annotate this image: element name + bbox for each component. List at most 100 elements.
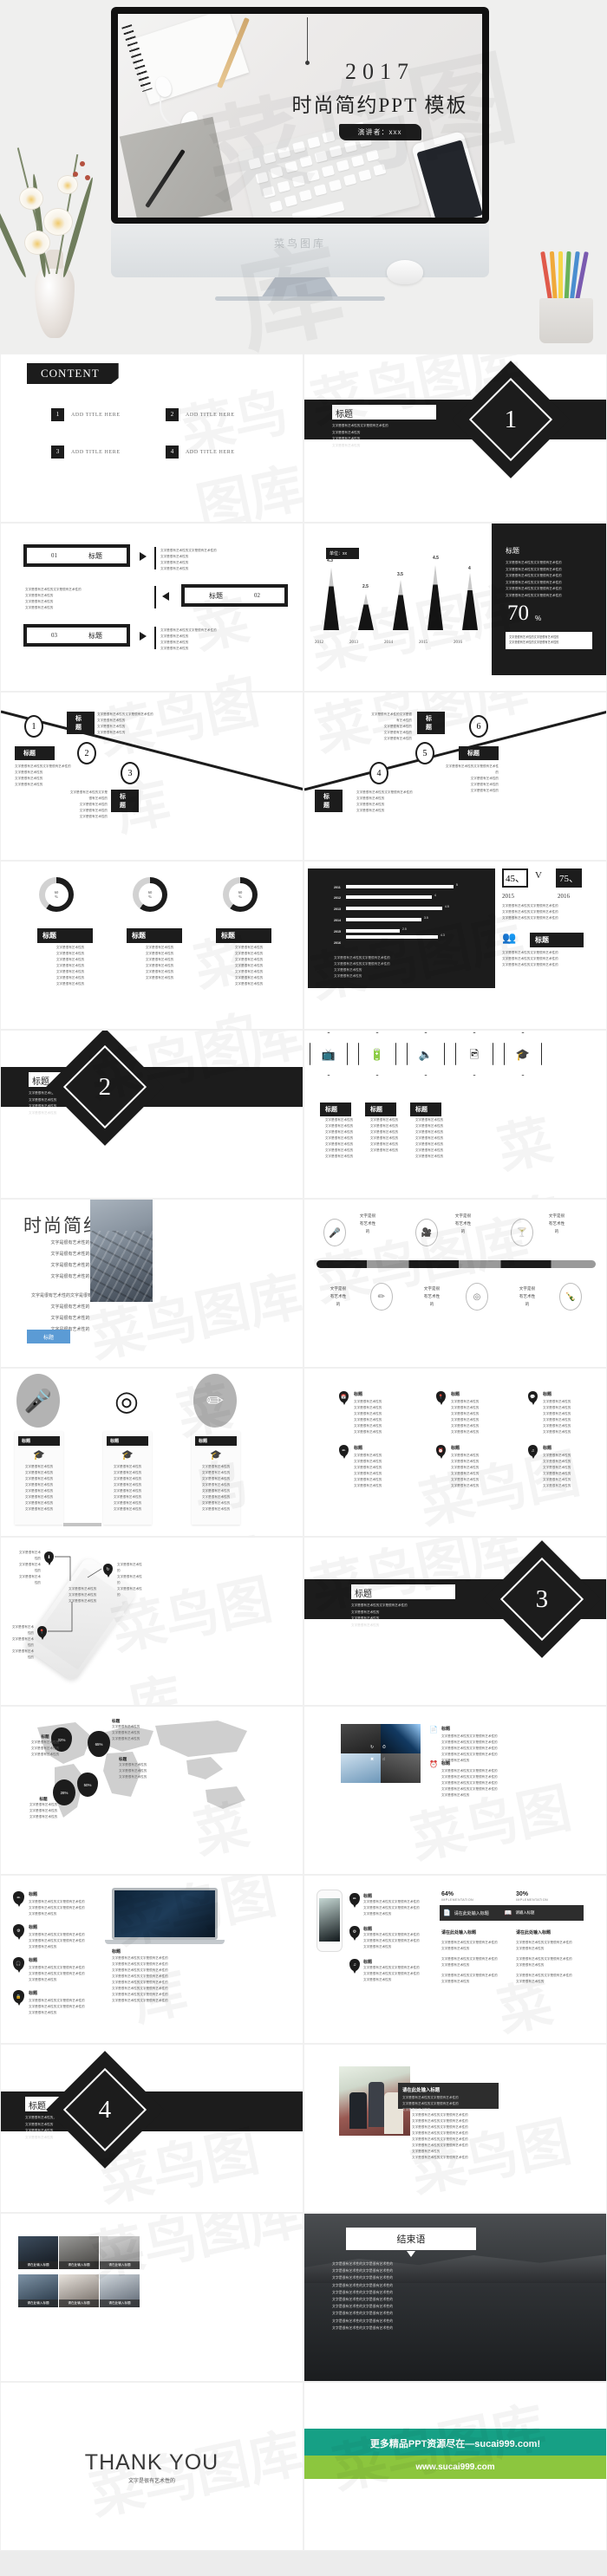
toc-item-3[interactable]: 3 ADD TITLE HERE (51, 446, 121, 459)
grid-photo-4[interactable]: 请在此输入标题 (18, 2274, 58, 2307)
slide-timeline-right[interactable]: 菜鸟图库 6 标题 文字是很有艺术性的文字是很有艺术性的 文字是很有艺术性的 文… (304, 692, 607, 861)
slide-circle-banners[interactable]: 菜鸟图库 🎤 ◎ ✏ 标题 🎓 文字是很有艺术性的文字是很有艺术性的 文字是很有… (0, 1368, 304, 1537)
zigzag-box-1[interactable]: 01 标题 (23, 544, 130, 567)
pin-item-6[interactable]: ♫ 标题 文字是很有艺术性的 文字是很有艺术性的 文字是很有艺术性的 文字是很有艺术… (528, 1445, 571, 1489)
pin-item-4[interactable]: ✏ 标题 文字是很有艺术性的 文字是很有艺术性的 文字是很有艺术性的 文字是很有艺术… (339, 1445, 382, 1489)
banner-1[interactable]: 标题 🎓 文字是很有艺术性的 文字是很有艺术性的 文字是很有艺术性的 文字是很有艺术… (15, 1431, 63, 1525)
microphone-icon[interactable]: 🎤 (16, 1374, 60, 1428)
icon-timeline-label-6: 文字是很 有艺术性的 (519, 1286, 536, 1307)
pen-icon[interactable]: ✏ (370, 1283, 393, 1311)
stat-button-1[interactable]: 请在此处输入标题 (454, 1910, 489, 1916)
slide-closing[interactable]: 结束语 文字是很有艺术性的文字是很有艺术性的 文字是很有艺术性的文字是很有艺术性的… (304, 2213, 607, 2382)
timeline-step-2[interactable]: 2 (77, 742, 96, 764)
microphone-icon[interactable]: 🎤 (323, 1219, 346, 1246)
zigzag-box-3[interactable]: 03 标题 (23, 624, 130, 647)
slide-feature-photo[interactable]: 菜鸟图库 时尚简约 文字是很有艺术性的 文字是很有艺术性的 文字是很有艺术性的 … (0, 1199, 304, 1368)
stat-buttons-bar[interactable]: 📄 请在此处输入标题 📖 请输入标题 (440, 1905, 584, 1921)
slide-timeline-left[interactable]: 菜鸟图库 1 标题 文字是很有艺术性的文字是很有艺术性的 文字是很有艺术性的 文… (0, 692, 304, 861)
hexagon-speaker[interactable]: 🔈 (407, 1032, 445, 1076)
slide-hbar-versus[interactable]: 菜鸟图库 2011 5 2012 4 2013 4.5 2014 3.5 201… (304, 861, 607, 1030)
slide-content[interactable]: 菜鸟图库 CONTENT 1 ADD TITLE HERE 2 ADD TITL… (0, 354, 304, 523)
wine-glass-icon[interactable]: 🍸 (511, 1219, 533, 1246)
grid-photo-5[interactable]: 请在此输入标题 (59, 2274, 99, 2307)
slide-phone-stats[interactable]: 菜鸟图库 ✏ 标题 文字是很有艺术性的文字是很有艺术性的文字是很有艺术性的文字是… (304, 1875, 607, 2044)
pen-icon[interactable]: ✏ (193, 1374, 237, 1428)
cone-value-2015: 4.5 (433, 556, 439, 561)
body-text: 文字是很有艺术性的文字是很有艺术性的 (351, 1603, 408, 1607)
timeline-step-5[interactable]: 5 (415, 742, 434, 764)
body-text: 文字是很有艺术性的文字是很有艺术性的 (502, 904, 558, 907)
slide-meeting-photo[interactable]: 菜鸟图库 请在此处输入标题 文字是很有艺术性的文字是很有艺术性的文字是很有艺术性… (304, 2044, 607, 2213)
body-text: 文字是很有艺术性的 (354, 1412, 382, 1415)
target-icon[interactable]: ◎ (105, 1374, 148, 1428)
section-number: 4 (98, 2095, 112, 2124)
slide-phone-callout[interactable]: 菜鸟图库 ⬇ 文字是很有艺术性的文字是很有艺术性的文字是很有艺术性的 ↻ 文字是… (0, 1537, 304, 1706)
body-text: 文字是很有艺术性的 (97, 725, 126, 728)
donut-body-1: 文字是很有艺术性的 文字是很有艺术性的 文字是很有艺术性的 文字是很有艺术性的 文字… (46, 945, 95, 987)
team-photo-3[interactable] (381, 1753, 421, 1783)
slide-hexagons[interactable]: 菜鸟图库 📺 🔋 🔈 🖻 🎓 标题 标题 标题 文字是很有艺术性的文字是很有艺术… (304, 1030, 607, 1199)
feature-button[interactable]: 标题 (27, 1330, 70, 1343)
body-text: 文字是很有艺术性的 (234, 964, 264, 967)
donut-title-2: 标题 (127, 928, 182, 943)
stat-button-2[interactable]: 请输入标题 (515, 1910, 534, 1916)
body-text: 文字是很有艺术性的 (354, 1460, 382, 1463)
slide-world-map[interactable]: 菜鸟图库 22% 65% 28% 50% 标题 文字是很有艺术性的文字是很有艺术… (0, 1706, 304, 1875)
body-text: 文字是很有艺术性的 (160, 567, 189, 570)
team-photo-2[interactable] (341, 1753, 381, 1783)
grid-photo-6[interactable]: 请在此输入标题 (100, 2274, 140, 2307)
team-photo-1[interactable] (341, 1724, 381, 1753)
slide-pin-list[interactable]: 菜鸟图库 📅 标题 文字是很有艺术性的文字是很有艺术性的 文字是很有艺术性的文字… (304, 1368, 607, 1537)
pin-item-3[interactable]: 💬 标题 文字是很有艺术性的 文字是很有艺术性的 文字是很有艺术性的 文字是很有艺术… (528, 1391, 571, 1435)
slide-icon-timeline[interactable]: 菜鸟图库 🎤 🎥 🍸 ✏ ◎ 🍾 文字是很有艺术性的 文字是很有艺术性的 文字是… (304, 1199, 607, 1368)
slide-section-2[interactable]: 菜鸟图库 标题 文字是很有艺术性的文字是很有艺术性的 文字是很有艺术性的 文字是… (0, 1030, 304, 1199)
body-text: 文字是很有艺术性的文字是很有艺术性的 (332, 424, 388, 427)
pin-item-2[interactable]: 📍 标题 文字是很有艺术性的 文字是很有艺术性的 文字是很有艺术性的 文字是很有艺术… (436, 1391, 479, 1435)
tech-photo[interactable] (381, 1724, 421, 1753)
cone-value-2016: 4 (468, 566, 471, 571)
pin-body: 文字是很有艺术性的 文字是很有艺术性的 文字是很有艺术性的 文字是很有艺术性的 文字… (451, 1453, 479, 1489)
hexagon-tv[interactable]: 📺 (310, 1032, 348, 1076)
toc-item-2[interactable]: 2 ADD TITLE HERE (166, 408, 235, 421)
pin-item-1[interactable]: 📅 标题 文字是很有艺术性的 文字是很有艺术性的 文字是很有艺术性的 文字是很有艺术… (339, 1391, 382, 1435)
video-camera-icon[interactable]: 🎥 (415, 1219, 438, 1246)
toc-item-1[interactable]: 1 ADD TITLE HERE (51, 408, 121, 421)
promo-line-2[interactable]: www.sucai999.com (304, 2456, 606, 2479)
slide-section-3[interactable]: 菜鸟图库 标题 文字是很有艺术性的文字是很有艺术性的 文字是很有艺术性的 文字是… (304, 1537, 607, 1706)
slide-cone-chart[interactable]: 菜鸟图库 单位：xx 4.3 2.5 3.5 4.5 4 2012 2013 2… (304, 523, 607, 692)
hexagon-jar[interactable]: 🎓 (504, 1032, 542, 1076)
slide-laptop[interactable]: 菜鸟图库 ✏ 标题 文字是很有艺术性的文字是很有艺术性的文字是很有艺术性的文字是… (0, 1875, 304, 2044)
download-pin-icon[interactable]: ⬇ (44, 1551, 54, 1565)
pin-item-5[interactable]: ⏰ 标题 文字是很有艺术性的 文字是很有艺术性的 文字是很有艺术性的 文字是很有艺术… (436, 1445, 479, 1489)
slide-promo[interactable]: 菜鸟图库 更多精品PPT资源尽在—sucai999.com! www.sucai… (304, 2382, 607, 2551)
timeline-step-1[interactable]: 1 (24, 715, 43, 738)
grid-photo-3[interactable]: 请在此输入标题 (100, 2236, 140, 2269)
slide-thank-you[interactable]: 菜鸟图库 THANK YOU 文字是很有艺术性的 (0, 2382, 304, 2551)
slide-section-4[interactable]: 菜鸟图库 标题 文字是很有艺术性的文字是很有艺术性的 文字是很有艺术性的 文字是… (0, 2044, 304, 2213)
timeline-step-6[interactable]: 6 (469, 715, 488, 738)
slide-photo-grid-6[interactable]: 菜鸟图库 请在此输入标题 请在此输入标题 请在此输入标题 请在此输入标题 请在此… (0, 2213, 304, 2382)
timeline-step-4[interactable]: 4 (369, 762, 388, 784)
timeline-step-3[interactable]: 3 (121, 762, 140, 784)
promo-line-1[interactable]: 更多精品PPT资源尽在—sucai999.com! (304, 2429, 606, 2458)
banner-2[interactable]: 标题 🎓 文字是很有艺术性的 文字是很有艺术性的 文字是很有艺术性的 文字是很有艺术… (103, 1431, 152, 1525)
body-text: 文字是很有艺术性的 (369, 1124, 399, 1128)
body-text: 文字是很有艺术性的文字是很有艺术性的 (412, 2137, 468, 2141)
grid-photo-2[interactable]: 请在此输入标题 (59, 2236, 99, 2269)
hbar-label-2015: 2015 (334, 930, 341, 933)
target-icon[interactable]: ◎ (466, 1283, 488, 1311)
slide-section-1[interactable]: 菜鸟图库 标题 文字是很有艺术性的文字是很有艺术性的 文字是很有艺术性的 文字是… (304, 354, 607, 523)
slide-donut-charts[interactable]: 菜鸟图库 60% 60% 60% 标题 标题 标题 文字是很有艺术性的文字是很有… (0, 861, 304, 1030)
slide-zigzag-list[interactable]: 菜鸟图库 01 标题 文字是很有艺术性的文字是很有艺术性的 文字是很有艺术性的 … (0, 523, 304, 692)
grid-photo-1[interactable]: 请在此输入标题 (18, 2236, 58, 2269)
bottle-icon[interactable]: 🍾 (559, 1283, 582, 1311)
hexagon-image[interactable]: 🖻 (455, 1032, 493, 1076)
monitor-foot (215, 296, 385, 301)
toc-item-4[interactable]: 4 ADD TITLE HERE (166, 446, 235, 459)
body-text: 文字是很有艺术性的文字是很有艺术性的 (112, 1999, 168, 2002)
hexagon-battery[interactable]: 🔋 (358, 1032, 396, 1076)
zigzag-box-2[interactable]: 标题 02 (181, 584, 288, 607)
slide-photo-grid-4[interactable]: 菜鸟图库 ↻ ⏱ ✖ ☝ 📄 标题 文字是很有艺术性的文字是很有艺术性的文字是很… (304, 1706, 607, 1875)
banner-3[interactable]: 标题 🎓 文字是很有艺术性的 文字是很有艺术性的 文字是很有艺术性的 文字是很有艺术… (192, 1431, 240, 1525)
body-text: 文字是很有艺术性的文字是很有艺术性的 (412, 2131, 468, 2135)
